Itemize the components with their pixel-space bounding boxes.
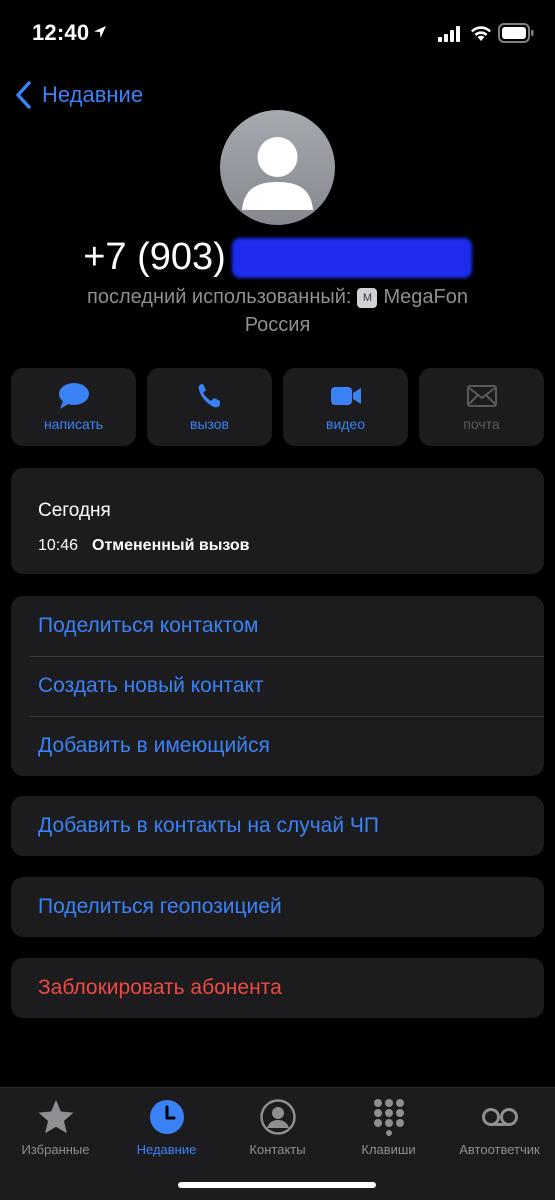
message-label: написать [43, 416, 104, 432]
tab-contacts-label: Контакты [249, 1142, 306, 1157]
message-icon [58, 383, 89, 409]
call-button[interactable]: вызов [147, 368, 272, 446]
mail-label: почта [463, 416, 500, 432]
history-time: 10:46 [38, 537, 79, 554]
tab-favorites[interactable]: Избранные [0, 1088, 111, 1200]
wifi-icon [471, 26, 491, 41]
keypad-icon [373, 1099, 404, 1136]
sim-prefix: последний использованный: [87, 286, 352, 308]
redacted-digits [231, 237, 472, 278]
video-label: видео [326, 416, 365, 432]
call-history-card: Сегодня 10:46 Отмененный вызов [11, 468, 544, 574]
status-bar: 12:40 [0, 0, 555, 66]
tab-keypad-label: Клавиши [361, 1142, 416, 1157]
chevron-left-icon [16, 81, 31, 109]
share-contact-button[interactable]: Поделиться контактом [11, 596, 544, 656]
create-contact-button[interactable]: Создать новый контакт [11, 656, 544, 716]
phone-number: +7 (903) [83, 236, 226, 278]
status-time: 12:40 [32, 20, 90, 45]
mail-button[interactable]: почта [419, 368, 544, 446]
location-card: Поделиться геопозицией [11, 877, 544, 937]
block-card: Заблокировать абонента [11, 958, 544, 1018]
cellular-signal-icon [438, 26, 460, 42]
clock-icon [149, 1100, 184, 1134]
back-button[interactable]: Недавние [14, 78, 143, 112]
video-button[interactable]: видео [283, 368, 408, 446]
person-circle-icon [259, 1099, 296, 1135]
mail-icon [466, 385, 497, 407]
star-icon [38, 1100, 73, 1134]
home-indicator [178, 1182, 376, 1188]
sim-badge: M [357, 288, 378, 308]
add-emergency-button[interactable]: Добавить в контакты на случай ЧП [11, 796, 544, 856]
history-status: Отмененный вызов [92, 537, 250, 554]
emergency-card: Добавить в контакты на случай ЧП [11, 796, 544, 856]
location-arrow-icon [94, 26, 106, 38]
tab-voicemail[interactable]: Автоответчик [444, 1088, 555, 1200]
tab-recents-label: Недавние [136, 1142, 197, 1157]
add-existing-button[interactable]: Добавить в имеющийся [11, 716, 544, 776]
voicemail-icon [481, 1108, 518, 1126]
person-silhouette-icon [242, 137, 313, 210]
carrier-name: MegaFon [383, 286, 468, 308]
phone-icon [198, 384, 220, 408]
avatar [220, 110, 335, 225]
share-location-button[interactable]: Поделиться геопозицией [11, 877, 544, 937]
video-icon [330, 387, 361, 405]
history-day: Сегодня [38, 500, 111, 521]
block-caller-button[interactable]: Заблокировать абонента [11, 958, 544, 1018]
contact-actions-card: Поделиться контактом Создать новый конта… [11, 596, 544, 776]
sim-line: последний использованный: M MegaFon [0, 286, 555, 309]
back-label: Недавние [42, 82, 144, 107]
action-buttons: написать вызов видео почта [11, 368, 544, 446]
tab-favorites-label: Избранные [21, 1142, 90, 1157]
phone-number-row: +7 (903) [0, 236, 555, 279]
call-label: вызов [190, 416, 229, 432]
country: Россия [244, 314, 311, 336]
tab-voicemail-label: Автоответчик [459, 1142, 540, 1157]
message-button[interactable]: написать [11, 368, 136, 446]
battery-icon [498, 23, 534, 43]
